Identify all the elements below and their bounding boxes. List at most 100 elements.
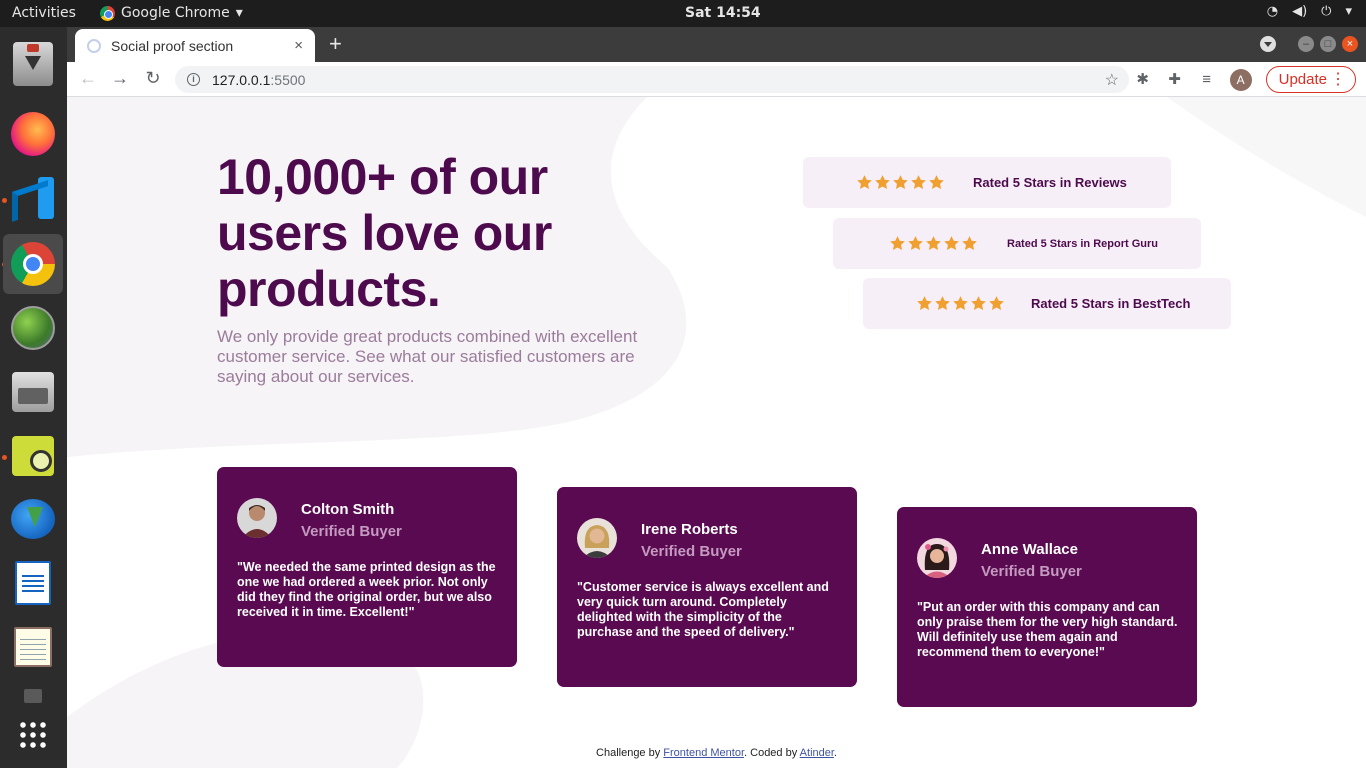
chrome-icon — [100, 5, 115, 21]
power-icon: ⏻ — [1321, 4, 1332, 19]
app-grid-icon — [18, 720, 48, 750]
image-viewer-icon — [12, 436, 54, 476]
show-apps-button[interactable] — [8, 710, 58, 760]
dock-writer[interactable] — [8, 558, 58, 608]
star-rating — [856, 174, 945, 191]
app-menu[interactable]: Google Chrome ▾ — [100, 5, 243, 21]
chevron-down-icon: ▾ — [235, 5, 243, 21]
site-info-icon[interactable]: i — [187, 73, 200, 86]
minimize-button[interactable]: – — [1298, 36, 1314, 52]
app-menu-label: Google Chrome — [121, 5, 230, 21]
system-tray[interactable]: ◔ ◀) ⏻ ▾ — [1267, 4, 1352, 19]
attribution-prefix: Challenge by — [596, 747, 664, 759]
reviewer-name: Anne Wallace — [981, 541, 1078, 558]
attribution-middle: . Coded by — [744, 747, 800, 759]
star-icon — [917, 296, 932, 310]
trash-icon — [24, 689, 42, 703]
hero-title: 10,000+ of our users love our products. — [217, 149, 552, 317]
bug-extension-icon[interactable]: ✱ — [1134, 71, 1152, 89]
tab-close-button[interactable]: × — [294, 37, 303, 54]
testimonial-quote: "Put an order with this company and can … — [917, 600, 1178, 659]
star-icon — [929, 175, 944, 189]
author-link[interactable]: Atinder — [800, 747, 834, 759]
dock-installer[interactable] — [8, 39, 58, 89]
dock-text-editor[interactable] — [8, 622, 58, 672]
kebab-menu-icon[interactable]: ⋮ — [1330, 67, 1346, 92]
star-icon — [911, 175, 926, 189]
clock[interactable]: Sat 14:54 — [685, 5, 761, 21]
avatar — [917, 538, 957, 578]
tab-social-proof[interactable]: Social proof section × — [75, 29, 315, 62]
rating-label: Rated 5 Stars in BestTech — [1031, 296, 1191, 311]
media-queue-icon[interactable]: ≡ — [1198, 71, 1216, 89]
dock — [0, 27, 67, 768]
browser-toolbar: ← → ↻ i 127.0.0.1:5500 ☆ ✱ ✚ ≡ A Update ⋮ — [67, 62, 1366, 97]
star-icon — [857, 175, 872, 189]
profile-avatar[interactable]: A — [1229, 68, 1252, 91]
back-button[interactable]: ← — [77, 68, 99, 89]
dock-firefox[interactable] — [8, 109, 58, 159]
update-button[interactable]: Update ⋮ — [1265, 66, 1356, 93]
bookmark-star-icon[interactable]: ☆ — [1105, 70, 1119, 90]
toolbar-actions: ✱ ✚ ≡ A Update ⋮ — [1134, 66, 1356, 93]
dock-image-viewer[interactable] — [8, 431, 58, 481]
url-port: :5500 — [270, 71, 306, 88]
rating-besttech: Rated 5 Stars in BestTech — [863, 278, 1231, 329]
dock-download-manager[interactable] — [8, 494, 58, 544]
star-icon — [875, 175, 890, 189]
testimonial-card: Anne Wallace Verified Buyer "Put an orde… — [897, 507, 1197, 707]
verified-badge: Verified Buyer — [301, 523, 402, 540]
volume-icon: ◀) — [1292, 4, 1308, 19]
star-icon — [908, 236, 923, 250]
rating-label: Rated 5 Stars in Reviews — [973, 175, 1127, 190]
dock-vscode[interactable] — [8, 173, 58, 223]
page-viewport: 10,000+ of our users love our products. … — [67, 97, 1366, 768]
star-rating — [889, 235, 978, 252]
star-icon — [944, 236, 959, 250]
star-icon — [989, 296, 1004, 310]
window-controls: – □ × — [1260, 36, 1358, 52]
files-icon — [12, 372, 54, 412]
dock-chrome[interactable] — [3, 234, 63, 294]
attribution: Challenge by Frontend Mentor. Coded by A… — [67, 747, 1366, 759]
activities-button[interactable]: Activities — [12, 5, 76, 21]
attribution-suffix: . — [833, 747, 837, 759]
extensions-puzzle-icon[interactable]: ✚ — [1166, 71, 1184, 89]
installer-icon — [13, 42, 53, 86]
testimonial-quote: "We needed the same printed design as th… — [237, 560, 496, 619]
star-icon — [926, 236, 941, 250]
chevron-down-icon: ▾ — [1345, 4, 1352, 19]
star-icon — [890, 236, 905, 250]
running-indicator — [2, 455, 7, 460]
favicon-icon — [87, 38, 101, 53]
verified-badge: Verified Buyer — [641, 543, 742, 560]
wifi-icon: ◔ — [1266, 4, 1279, 19]
dock-files[interactable] — [8, 367, 58, 417]
rating-label: Rated 5 Stars in Report Guru — [1007, 237, 1158, 250]
update-label: Update — [1278, 71, 1327, 88]
testimonial-quote: "Customer service is always excellent an… — [577, 580, 829, 639]
reviewer-name: Colton Smith — [301, 501, 395, 518]
maximize-button[interactable]: □ — [1320, 36, 1336, 52]
firefox-icon — [11, 112, 55, 156]
tab-search-button[interactable] — [1260, 36, 1276, 52]
chrome-icon — [11, 242, 55, 286]
tab-title: Social proof section — [111, 37, 234, 54]
dock-globe[interactable] — [8, 303, 58, 353]
download-manager-icon — [11, 499, 55, 539]
reload-button[interactable]: ↻ — [142, 68, 164, 89]
star-icon — [971, 296, 986, 310]
vscode-icon — [12, 177, 54, 219]
close-window-button[interactable]: × — [1342, 36, 1358, 52]
verified-badge: Verified Buyer — [981, 563, 1082, 580]
star-icon — [962, 236, 977, 250]
system-top-bar: Activities Google Chrome ▾ Sat 14:54 ◔ ◀… — [0, 0, 1366, 27]
rating-report-guru: Rated 5 Stars in Report Guru — [833, 218, 1201, 269]
new-tab-button[interactable]: + — [329, 33, 342, 55]
forward-button[interactable]: → — [109, 68, 131, 89]
address-bar[interactable]: i 127.0.0.1:5500 ☆ — [175, 66, 1129, 93]
star-icon — [935, 296, 950, 310]
running-indicator — [2, 198, 7, 203]
frontend-mentor-link[interactable]: Frontend Mentor — [663, 747, 744, 759]
url-host: 127.0.0.1 — [212, 71, 271, 88]
